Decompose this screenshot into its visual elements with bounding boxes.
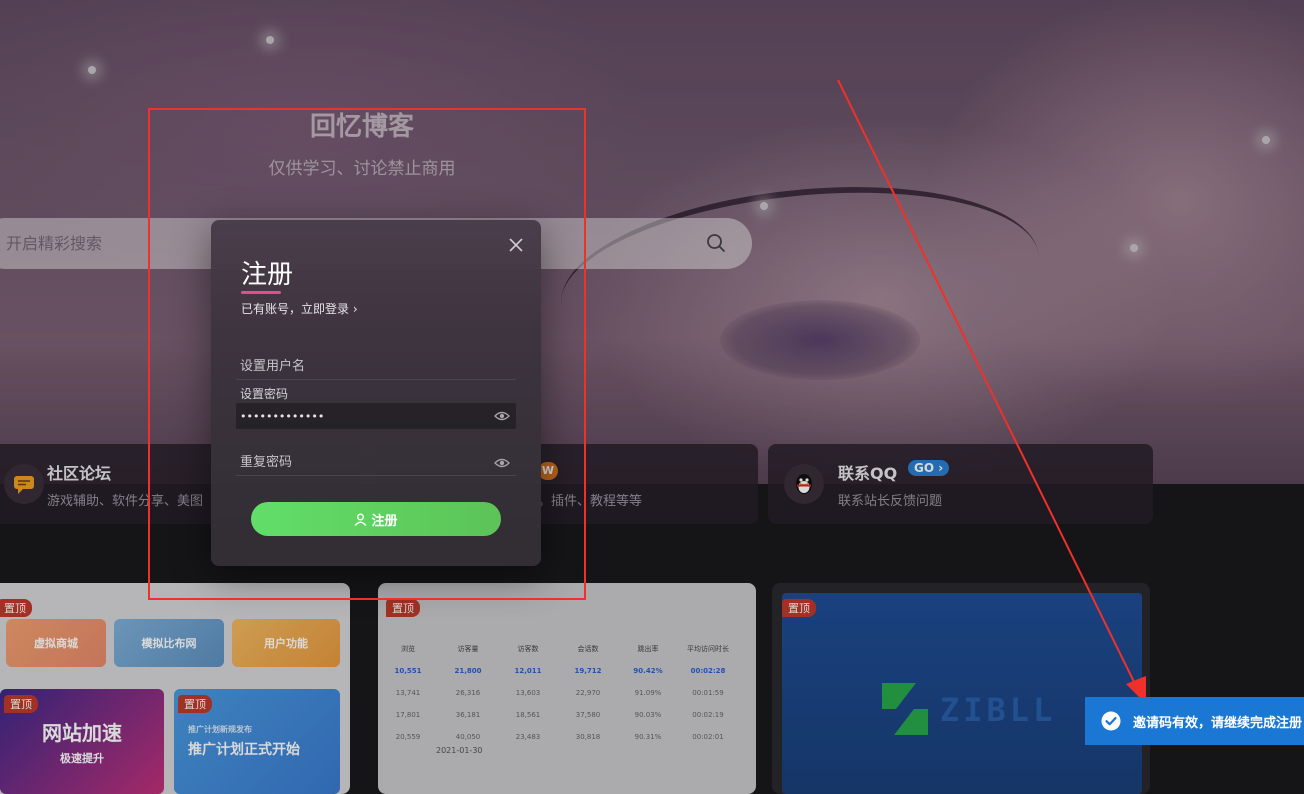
feature-title: 社区论坛 [47, 464, 112, 483]
chat-icon [4, 464, 44, 504]
post-thumbnail: ZIBLL [782, 593, 1142, 794]
username-field[interactable] [236, 354, 516, 380]
go-badge[interactable]: GO › [908, 460, 950, 476]
pinned-badge: 置顶 [386, 599, 420, 617]
toast-notification: 邀请码有效，请继续完成注册 [1085, 697, 1304, 745]
close-icon[interactable] [507, 236, 525, 254]
modal-title: 注册 [241, 260, 294, 290]
site-subtitle: 仅供学习、讨论禁止商用 [268, 159, 456, 179]
sparkle-decoration [88, 66, 96, 74]
table-header-cell: 会话数 [577, 645, 599, 653]
pinned-badge: 置顶 [782, 599, 816, 617]
feature-title: 联系QQ [838, 464, 898, 483]
post-card[interactable]: 置顶 虚拟商城 模拟比布网 用户功能 网站加速 极速提升 置顶 推广计划新规发布… [0, 583, 350, 794]
post-card[interactable]: 置顶 浏览 访客量 访客数 会话数 跳出率 平均访问时长 10,551 21,8… [378, 583, 756, 794]
sparkle-decoration [1262, 136, 1270, 144]
table-cell: 90.42% [633, 667, 663, 675]
table-cell: 00:02:28 [690, 667, 726, 675]
table-cell: 00:01:59 [692, 689, 724, 697]
post-card[interactable]: ZIBLL 置顶 [772, 583, 1150, 794]
qq-penguin-icon [784, 464, 824, 504]
table-cell: 36,181 [455, 711, 481, 719]
table-row: 20,559 40,050 23,483 30,818 90.31% 00:02… [378, 726, 738, 748]
table-header-cell: 跳出率 [637, 645, 659, 653]
table-cell: 19,712 [574, 667, 602, 675]
user-icon [355, 513, 367, 526]
hero-illustration-iris [720, 300, 920, 380]
table-cell: 13,741 [395, 689, 421, 697]
register-button[interactable]: 注册 [251, 502, 501, 536]
table-cell: 18,561 [515, 711, 541, 719]
table-header-row: 浏览 访客量 访客数 会话数 跳出率 平均访问时长 [378, 638, 738, 660]
table-header-cell: 访客数 [517, 645, 539, 653]
username-input[interactable] [236, 354, 516, 379]
zibll-logo-text: ZIBLL [940, 691, 1057, 729]
table-header-cell: 平均访问时长 [687, 645, 729, 653]
table-cell: 40,050 [455, 733, 481, 741]
feature-description: 联系站长反馈问题 [838, 494, 943, 509]
show-password-icon[interactable] [494, 409, 510, 423]
table-cell: 21,800 [454, 667, 482, 675]
repeat-password-input[interactable] [236, 450, 516, 475]
show-password-icon[interactable] [494, 456, 510, 470]
hero-illustration-eye [551, 165, 1049, 395]
banner-title: 网站加速 [42, 721, 122, 745]
register-modal: 注册 已有账号，立即登录 › 设置密码 注册 [211, 220, 541, 566]
table-cell: 30,818 [575, 733, 601, 741]
table-cell: 90.03% [634, 711, 662, 719]
banner-title: 推广计划正式开始 [188, 742, 300, 758]
stats-table: 浏览 访客量 访客数 会话数 跳出率 平均访问时长 10,551 21,800 … [378, 638, 738, 748]
site-title: 回忆博客 [309, 112, 414, 142]
feature-description: 。插件、教程等等 [538, 494, 643, 509]
check-circle-icon [1101, 711, 1121, 731]
search-icon[interactable] [706, 233, 726, 253]
promo-tile[interactable]: 模拟比布网 [114, 619, 224, 667]
table-row: 13,741 26,316 13,603 22,970 91.09% 00:01… [378, 682, 738, 704]
pinned-badge: 置顶 [0, 599, 32, 617]
zibll-logo-icon [882, 683, 928, 735]
feature-description: 游戏辅助、软件分享、美图 [47, 494, 204, 509]
table-header-cell: 浏览 [401, 645, 415, 653]
banner-subtitle: 极速提升 [60, 752, 104, 765]
table-cell: 00:02:01 [692, 733, 724, 741]
table-cell: 10,551 [394, 667, 422, 675]
table-cell: 13,603 [515, 689, 541, 697]
table-cell: 20,559 [395, 733, 421, 741]
sparkle-decoration [1130, 244, 1138, 252]
table-cell: 17,801 [395, 711, 421, 719]
promo-tile[interactable]: 用户功能 [232, 619, 340, 667]
password-label: 设置密码 [240, 387, 289, 401]
feature-badge: W [538, 462, 558, 480]
password-field[interactable] [236, 403, 516, 429]
pinned-badge: 置顶 [178, 695, 212, 713]
table-cell: 91.09% [634, 689, 662, 697]
date-field[interactable]: 2021-01-30 [436, 746, 483, 755]
table-header-cell: 访客量 [457, 645, 479, 653]
table-cell: 26,316 [455, 689, 481, 697]
promo-tile[interactable]: 虚拟商城 [6, 619, 106, 667]
pinned-badge: 置顶 [4, 695, 38, 713]
feature-card-qq[interactable]: 联系QQ GO › 联系站长反馈问题 [768, 444, 1153, 524]
table-cell: 22,970 [575, 689, 601, 697]
table-row: 17,801 36,181 18,561 37,580 90.03% 00:02… [378, 704, 738, 726]
table-row: 10,551 21,800 12,011 19,712 90.42% 00:02… [378, 660, 738, 682]
banner-subtitle: 推广计划新规发布 [188, 725, 252, 734]
password-input[interactable] [236, 403, 516, 429]
repeat-password-field[interactable] [236, 450, 516, 476]
sparkle-decoration [266, 36, 274, 44]
table-cell: 12,011 [514, 667, 542, 675]
table-cell: 23,483 [515, 733, 541, 741]
table-cell: 37,580 [575, 711, 601, 719]
table-cell: 90.31% [634, 733, 662, 741]
table-cell: 00:02:19 [692, 711, 724, 719]
sparkle-decoration [760, 202, 768, 210]
toast-message: 邀请码有效，请继续完成注册 [1133, 715, 1303, 731]
login-link[interactable]: 已有账号，立即登录 › [241, 300, 358, 317]
register-button-label: 注册 [371, 513, 398, 529]
title-underline [241, 291, 281, 294]
